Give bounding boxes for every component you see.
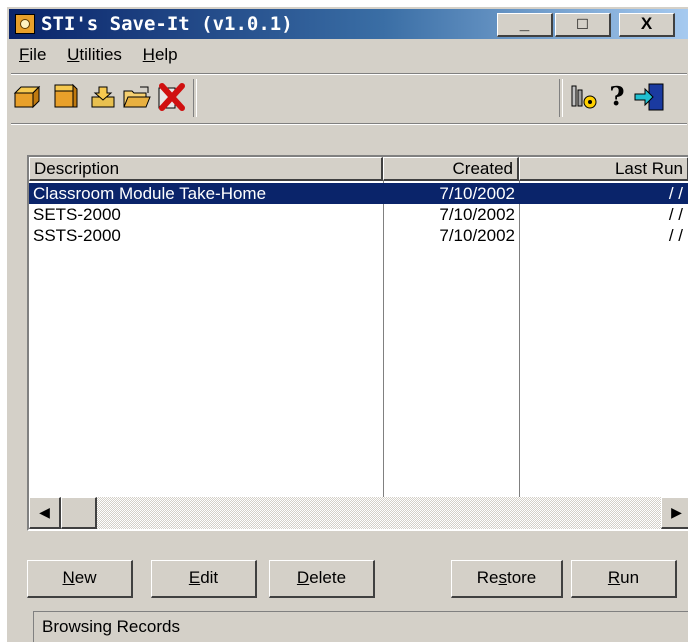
restore-button[interactable]: Restore bbox=[451, 560, 563, 598]
cell-created: 7/10/2002 bbox=[439, 205, 515, 224]
help-icon[interactable]: ? bbox=[601, 81, 633, 113]
toolbar-top-divider bbox=[11, 73, 687, 75]
records-list[interactable]: Description Created Last Run Classroom M… bbox=[27, 155, 688, 531]
cell-last-run: / / bbox=[668, 226, 683, 245]
cell-last-run: / / bbox=[668, 184, 683, 203]
app-window: STI's Save-It (v1.0.1) _ □ X File Utilit… bbox=[6, 6, 688, 642]
delete-button[interactable]: Delete bbox=[269, 560, 375, 598]
table-row[interactable]: SETS-2000 7/10/2002 / / bbox=[29, 204, 688, 225]
minimize-button[interactable]: _ bbox=[497, 13, 553, 37]
menu-bar: File Utilities Help bbox=[11, 45, 186, 69]
table-row[interactable]: Classroom Module Take-Home 7/10/2002 / / bbox=[29, 183, 688, 204]
menu-file[interactable]: File bbox=[19, 45, 46, 65]
horizontal-scrollbar[interactable]: ◀ ▶ bbox=[29, 497, 688, 529]
maximize-button[interactable]: □ bbox=[555, 13, 611, 37]
cell-created: 7/10/2002 bbox=[439, 184, 515, 203]
column-header-description[interactable]: Description bbox=[29, 157, 383, 181]
tools-icon[interactable] bbox=[567, 81, 599, 113]
toolbar-bottom-divider bbox=[11, 123, 687, 125]
exit-door-icon[interactable] bbox=[633, 81, 665, 113]
status-bar: Browsing Records bbox=[33, 611, 688, 642]
scroll-thumb[interactable] bbox=[61, 497, 97, 529]
run-button[interactable]: Run bbox=[571, 560, 677, 598]
status-text: Browsing Records bbox=[42, 617, 180, 636]
cell-last-run: / / bbox=[668, 205, 683, 224]
app-icon[interactable] bbox=[15, 14, 35, 34]
scroll-right-button[interactable]: ▶ bbox=[661, 497, 688, 529]
toolbar-separator bbox=[559, 79, 563, 117]
scroll-left-button[interactable]: ◀ bbox=[29, 497, 61, 529]
window-title: STI's Save-It (v1.0.1) bbox=[41, 13, 293, 35]
edit-button[interactable]: Edit bbox=[151, 560, 257, 598]
new-box-icon[interactable] bbox=[11, 81, 43, 113]
delete-icon[interactable] bbox=[155, 81, 187, 113]
new-button[interactable]: New bbox=[27, 560, 133, 598]
table-row[interactable]: SSTS-2000 7/10/2002 / / bbox=[29, 225, 688, 246]
import-icon[interactable] bbox=[87, 81, 119, 113]
arrow-right-icon: ▶ bbox=[671, 504, 682, 520]
column-header-last-run[interactable]: Last Run bbox=[519, 157, 688, 181]
title-bar[interactable]: STI's Save-It (v1.0.1) _ □ X bbox=[9, 9, 688, 39]
cell-description: SSTS-2000 bbox=[33, 226, 121, 245]
open-box-icon[interactable] bbox=[49, 81, 81, 113]
menu-help[interactable]: Help bbox=[143, 45, 178, 65]
toolbar-separator bbox=[193, 79, 197, 117]
column-header-created[interactable]: Created bbox=[383, 157, 519, 181]
cell-description: SETS-2000 bbox=[33, 205, 121, 224]
open-folder-icon[interactable] bbox=[121, 81, 153, 113]
menu-utilities[interactable]: Utilities bbox=[67, 45, 122, 65]
arrow-left-icon: ◀ bbox=[39, 504, 50, 520]
cell-created: 7/10/2002 bbox=[439, 226, 515, 245]
cell-description: Classroom Module Take-Home bbox=[33, 184, 267, 203]
close-button[interactable]: X bbox=[619, 13, 675, 37]
